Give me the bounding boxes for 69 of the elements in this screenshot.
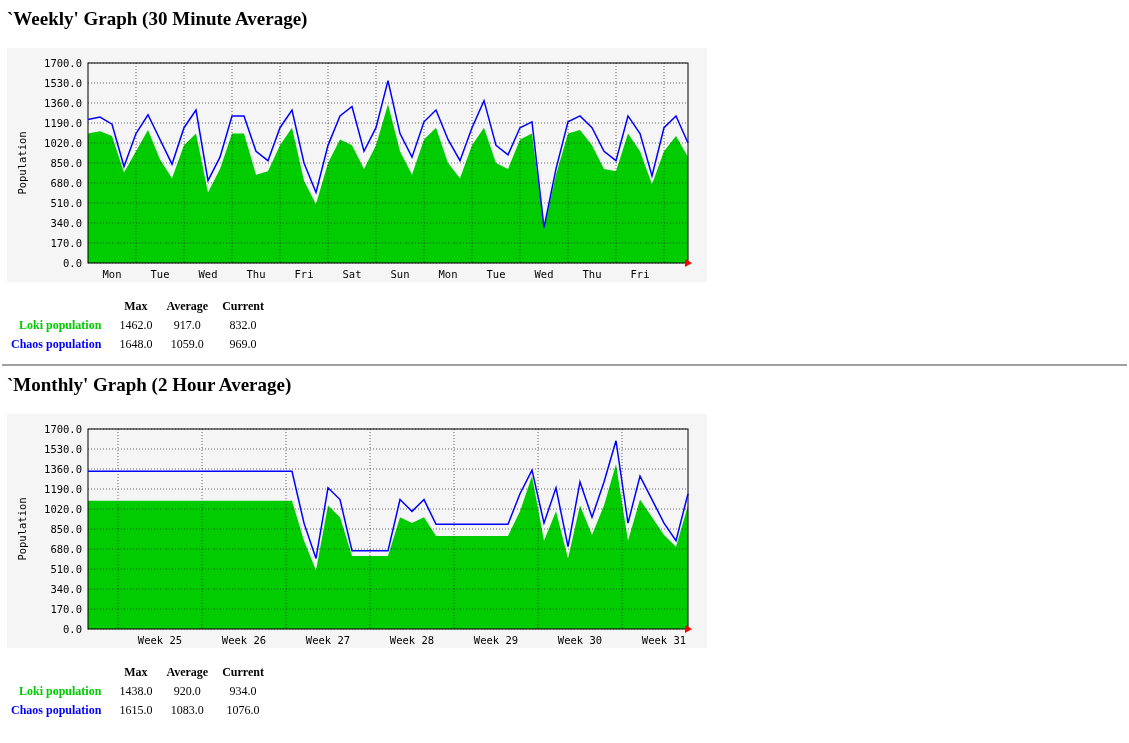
tick-label: Thu: [246, 268, 266, 280]
table-cell-text: 1059.0: [169, 336, 205, 353]
tick-label: Sun: [390, 268, 410, 280]
tick-label: 0.0: [63, 623, 82, 635]
table-cell-text: 1648.0: [118, 336, 154, 353]
table-cell-text: 920.0: [172, 683, 202, 700]
axis-arrow: [685, 625, 692, 633]
tick-label: Sat: [342, 268, 362, 280]
axis-label: Population: [16, 131, 28, 195]
legend-label: Loki population: [18, 317, 103, 334]
tick-label: Tue: [486, 268, 506, 280]
column-header: Current: [221, 298, 265, 315]
legend-label: Chaos population: [11, 702, 103, 719]
section-title: `Monthly' Graph (2 Hour Average): [7, 373, 293, 397]
tick-label: 340.0: [50, 583, 82, 595]
tick-label: Week 30: [557, 634, 603, 646]
tick-label: 1360.0: [44, 463, 82, 475]
tick-label: 850.0: [50, 523, 82, 535]
tick-label: 1700.0: [44, 423, 82, 435]
tick-label: 1530.0: [44, 443, 82, 455]
tick-label: 680.0: [50, 177, 82, 189]
column-header: Max: [123, 664, 149, 681]
tick-label: Mon: [438, 268, 458, 280]
axis-label: Population: [16, 497, 28, 561]
tick-label: 510.0: [50, 197, 82, 209]
table-cell-text: 969.0: [228, 336, 258, 353]
column-header: Current: [221, 664, 265, 681]
tick-label: Wed: [534, 268, 554, 280]
column-header: Max: [123, 298, 149, 315]
tick-label: 170.0: [50, 603, 82, 615]
tick-label: Mon: [102, 268, 122, 280]
tick-label: 1530.0: [44, 77, 82, 89]
tick-label: 1360.0: [44, 97, 82, 109]
table-cell-text: 832.0: [228, 317, 258, 334]
tick-label: Wed: [198, 268, 218, 280]
tick-label: 1190.0: [44, 483, 82, 495]
table-cell-text: 1615.0: [118, 702, 154, 719]
table-cell-text: 1438.0: [118, 683, 154, 700]
section-title: `Weekly' Graph (30 Minute Average): [7, 7, 309, 31]
table-cell-text: 1462.0: [118, 317, 154, 334]
tick-label: Week 25: [137, 634, 183, 646]
tick-label: 0.0: [63, 257, 82, 269]
tick-label: 850.0: [50, 157, 82, 169]
tick-label: Thu: [582, 268, 602, 280]
table-cell-text: 934.0: [228, 683, 258, 700]
tick-label: 1020.0: [44, 503, 82, 515]
tick-label: Week 27: [305, 634, 351, 646]
tick-label: Tue: [150, 268, 170, 280]
column-header: Average: [165, 298, 210, 315]
table-cell-text: 917.0: [172, 317, 202, 334]
tick-label: 680.0: [50, 543, 82, 555]
tick-label: 1190.0: [44, 117, 82, 129]
tick-label: Week 31: [641, 634, 687, 646]
tick-label: Week 28: [389, 634, 435, 646]
tick-label: Fri: [630, 268, 650, 280]
legend-label: Chaos population: [11, 336, 103, 353]
table-cell-text: 1076.0: [225, 702, 261, 719]
axis-arrow: [685, 259, 692, 267]
tick-label: Week 29: [473, 634, 519, 646]
tick-label: Fri: [294, 268, 314, 280]
tick-label: 1020.0: [44, 137, 82, 149]
tick-label: Week 26: [221, 634, 267, 646]
tick-label: 170.0: [50, 237, 82, 249]
tick-label: 510.0: [50, 563, 82, 575]
tick-label: 340.0: [50, 217, 82, 229]
table-cell-text: 1083.0: [169, 702, 205, 719]
column-header: Average: [165, 664, 210, 681]
tick-label: 1700.0: [44, 57, 82, 69]
legend-label: Loki population: [18, 683, 103, 700]
